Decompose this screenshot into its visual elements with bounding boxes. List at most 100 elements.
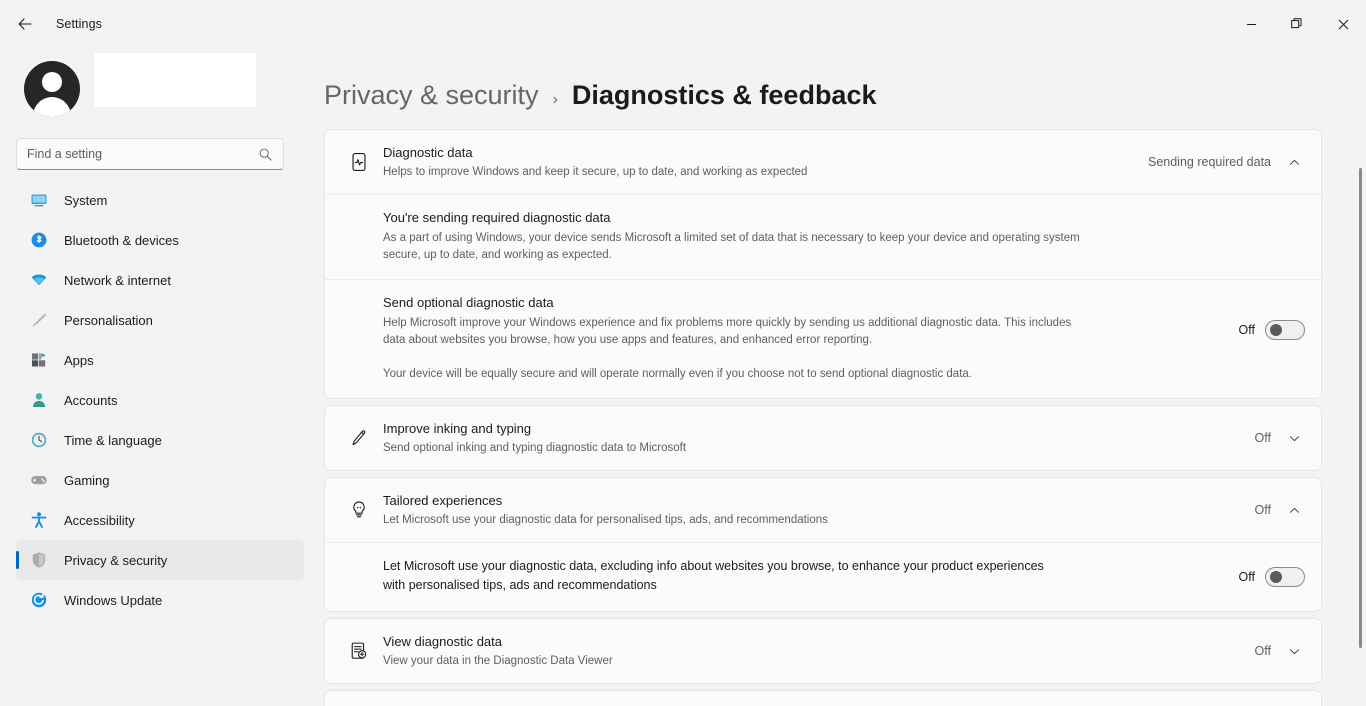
row-title: Tailored experiences <box>383 493 503 508</box>
search-box[interactable] <box>16 138 284 170</box>
row-delete-diagnostic-data[interactable]: Delete diagnostic data Clear diagnostic … <box>325 691 1321 706</box>
shield-icon <box>28 550 50 570</box>
status-badge: Sending required data <box>1147 155 1271 169</box>
restore-button[interactable] <box>1274 0 1320 48</box>
pen-icon <box>339 427 379 449</box>
toggle-knob <box>1270 571 1282 583</box>
restore-icon <box>1291 18 1302 29</box>
accessibility-icon <box>28 510 50 530</box>
subrow-text: Let Microsoft use your diagnostic data, … <box>383 559 1044 592</box>
account-text <box>92 53 296 117</box>
row-subtitle: Send optional inking and typing diagnost… <box>383 442 687 454</box>
card-improve-inking-and-typing: Improve inking and typing Send optional … <box>324 405 1322 471</box>
content-pane: Privacy & security › Diagnostics & feedb… <box>320 48 1366 706</box>
subrow-right: Off <box>1239 565 1305 587</box>
vertical-scrollbar[interactable] <box>1359 168 1362 648</box>
sidebar-item-personalisation[interactable]: Personalisation <box>16 300 304 340</box>
row-body: Improve inking and typing Send optional … <box>379 420 1255 456</box>
minimize-icon <box>1246 23 1256 25</box>
title-bar: Settings <box>0 0 1366 48</box>
pulse-monitor-icon <box>339 151 379 173</box>
search-wrapper <box>16 138 304 170</box>
sidebar-item-label: Accessibility <box>64 512 135 528</box>
sidebar-item-accounts[interactable]: Accounts <box>16 380 304 420</box>
close-button[interactable] <box>1320 0 1366 48</box>
minimize-button[interactable] <box>1228 0 1274 48</box>
subrow-body: Send optional diagnostic data Help Micro… <box>383 294 1239 382</box>
subrow-send-optional-diagnostic-data: Send optional diagnostic data Help Micro… <box>325 279 1321 398</box>
sidebar-item-label: Windows Update <box>64 592 163 608</box>
monitor-icon <box>28 190 50 210</box>
sidebar-item-label: Apps <box>64 352 94 368</box>
back-arrow-icon <box>18 18 32 30</box>
breadcrumb-parent[interactable]: Privacy & security <box>324 80 539 111</box>
chevron-up-icon[interactable] <box>1283 499 1305 521</box>
sidebar-item-bluetooth-devices[interactable]: Bluetooth & devices <box>16 220 304 260</box>
subrow-body: You're sending required diagnostic data … <box>383 209 1305 263</box>
status-badge: Off <box>1254 503 1271 517</box>
row-body: Diagnostic data Helps to improve Windows… <box>379 144 1148 180</box>
settings-cards: Diagnostic data Helps to improve Windows… <box>324 129 1322 706</box>
sidebar-item-gaming[interactable]: Gaming <box>16 460 304 500</box>
sidebar-nav: System Bluetooth & devices Network & int… <box>16 180 304 620</box>
search-input[interactable] <box>27 147 258 161</box>
card-diagnostic-data: Diagnostic data Helps to improve Windows… <box>324 129 1322 399</box>
status-badge: Off <box>1254 431 1271 445</box>
sidebar-item-label: Gaming <box>64 472 110 488</box>
update-refresh-icon <box>28 590 50 610</box>
sidebar-item-accessibility[interactable]: Accessibility <box>16 500 304 540</box>
sidebar-item-system[interactable]: System <box>16 180 304 220</box>
subrow-required-diagnostic-data: You're sending required diagnostic data … <box>325 194 1321 279</box>
search-icon[interactable] <box>258 147 273 162</box>
document-search-icon <box>339 640 379 662</box>
wifi-icon <box>28 270 50 290</box>
toggle-state-label: Off <box>1238 570 1255 584</box>
avatar <box>24 61 80 117</box>
row-improve-inking-and-typing[interactable]: Improve inking and typing Send optional … <box>325 406 1321 470</box>
subrow-description: Help Microsoft improve your Windows expe… <box>383 317 1072 346</box>
sidebar-item-label: Privacy & security <box>64 552 168 568</box>
row-right: Off <box>1255 499 1305 521</box>
sidebar-item-privacy-security[interactable]: Privacy & security <box>16 540 304 580</box>
gamepad-icon <box>28 470 50 490</box>
chevron-up-icon[interactable] <box>1283 151 1305 173</box>
chevron-down-icon[interactable] <box>1283 427 1305 449</box>
row-title: Diagnostic data <box>383 145 473 160</box>
apps-grid-icon <box>28 350 50 370</box>
sidebar-item-network-internet[interactable]: Network & internet <box>16 260 304 300</box>
sidebar-item-time-language[interactable]: Time & language <box>16 420 304 460</box>
send-optional-diagnostic-data-toggle[interactable] <box>1265 320 1305 340</box>
row-subtitle: Helps to improve Windows and keep it sec… <box>383 166 808 178</box>
sidebar-item-label: Time & language <box>64 432 162 448</box>
subrow-tailored-experiences-consent: Let Microsoft use your diagnostic data, … <box>325 542 1321 611</box>
breadcrumb-separator-icon: › <box>552 91 558 108</box>
paintbrush-icon <box>28 310 50 330</box>
lightbulb-icon <box>339 499 379 521</box>
status-badge: Off <box>1254 644 1271 658</box>
chevron-down-icon[interactable] <box>1283 640 1305 662</box>
row-right: Sending required data <box>1148 151 1305 173</box>
row-tailored-experiences[interactable]: Tailored experiences Let Microsoft use y… <box>325 478 1321 542</box>
tailored-experiences-toggle[interactable] <box>1265 567 1305 587</box>
subrow-body: Let Microsoft use your diagnostic data, … <box>383 557 1239 595</box>
sidebar-item-label: Personalisation <box>64 312 153 328</box>
sidebar-item-windows-update[interactable]: Windows Update <box>16 580 304 620</box>
row-right: Off <box>1255 640 1305 662</box>
row-diagnostic-data[interactable]: Diagnostic data Helps to improve Windows… <box>325 130 1321 194</box>
sidebar-item-label: System <box>64 192 108 208</box>
sidebar-item-label: Accounts <box>64 392 118 408</box>
account-summary[interactable] <box>16 52 304 126</box>
row-view-diagnostic-data[interactable]: View diagnostic data View your data in t… <box>325 619 1321 683</box>
redaction-overlay <box>94 53 256 107</box>
toggle-knob <box>1270 324 1282 336</box>
subrow-description: As a part of using Windows, your device … <box>383 232 1080 261</box>
close-icon <box>1338 19 1348 29</box>
sidebar-item-apps[interactable]: Apps <box>16 340 304 380</box>
row-body: Tailored experiences Let Microsoft use y… <box>379 492 1255 528</box>
row-right: Off <box>1255 427 1305 449</box>
page-title: Diagnostics & feedback <box>571 80 877 110</box>
back-button[interactable] <box>8 8 42 40</box>
subrow-title: Send optional diagnostic data <box>383 295 554 310</box>
row-title: Improve inking and typing <box>383 421 532 436</box>
sidebar-item-label: Bluetooth & devices <box>64 232 179 248</box>
